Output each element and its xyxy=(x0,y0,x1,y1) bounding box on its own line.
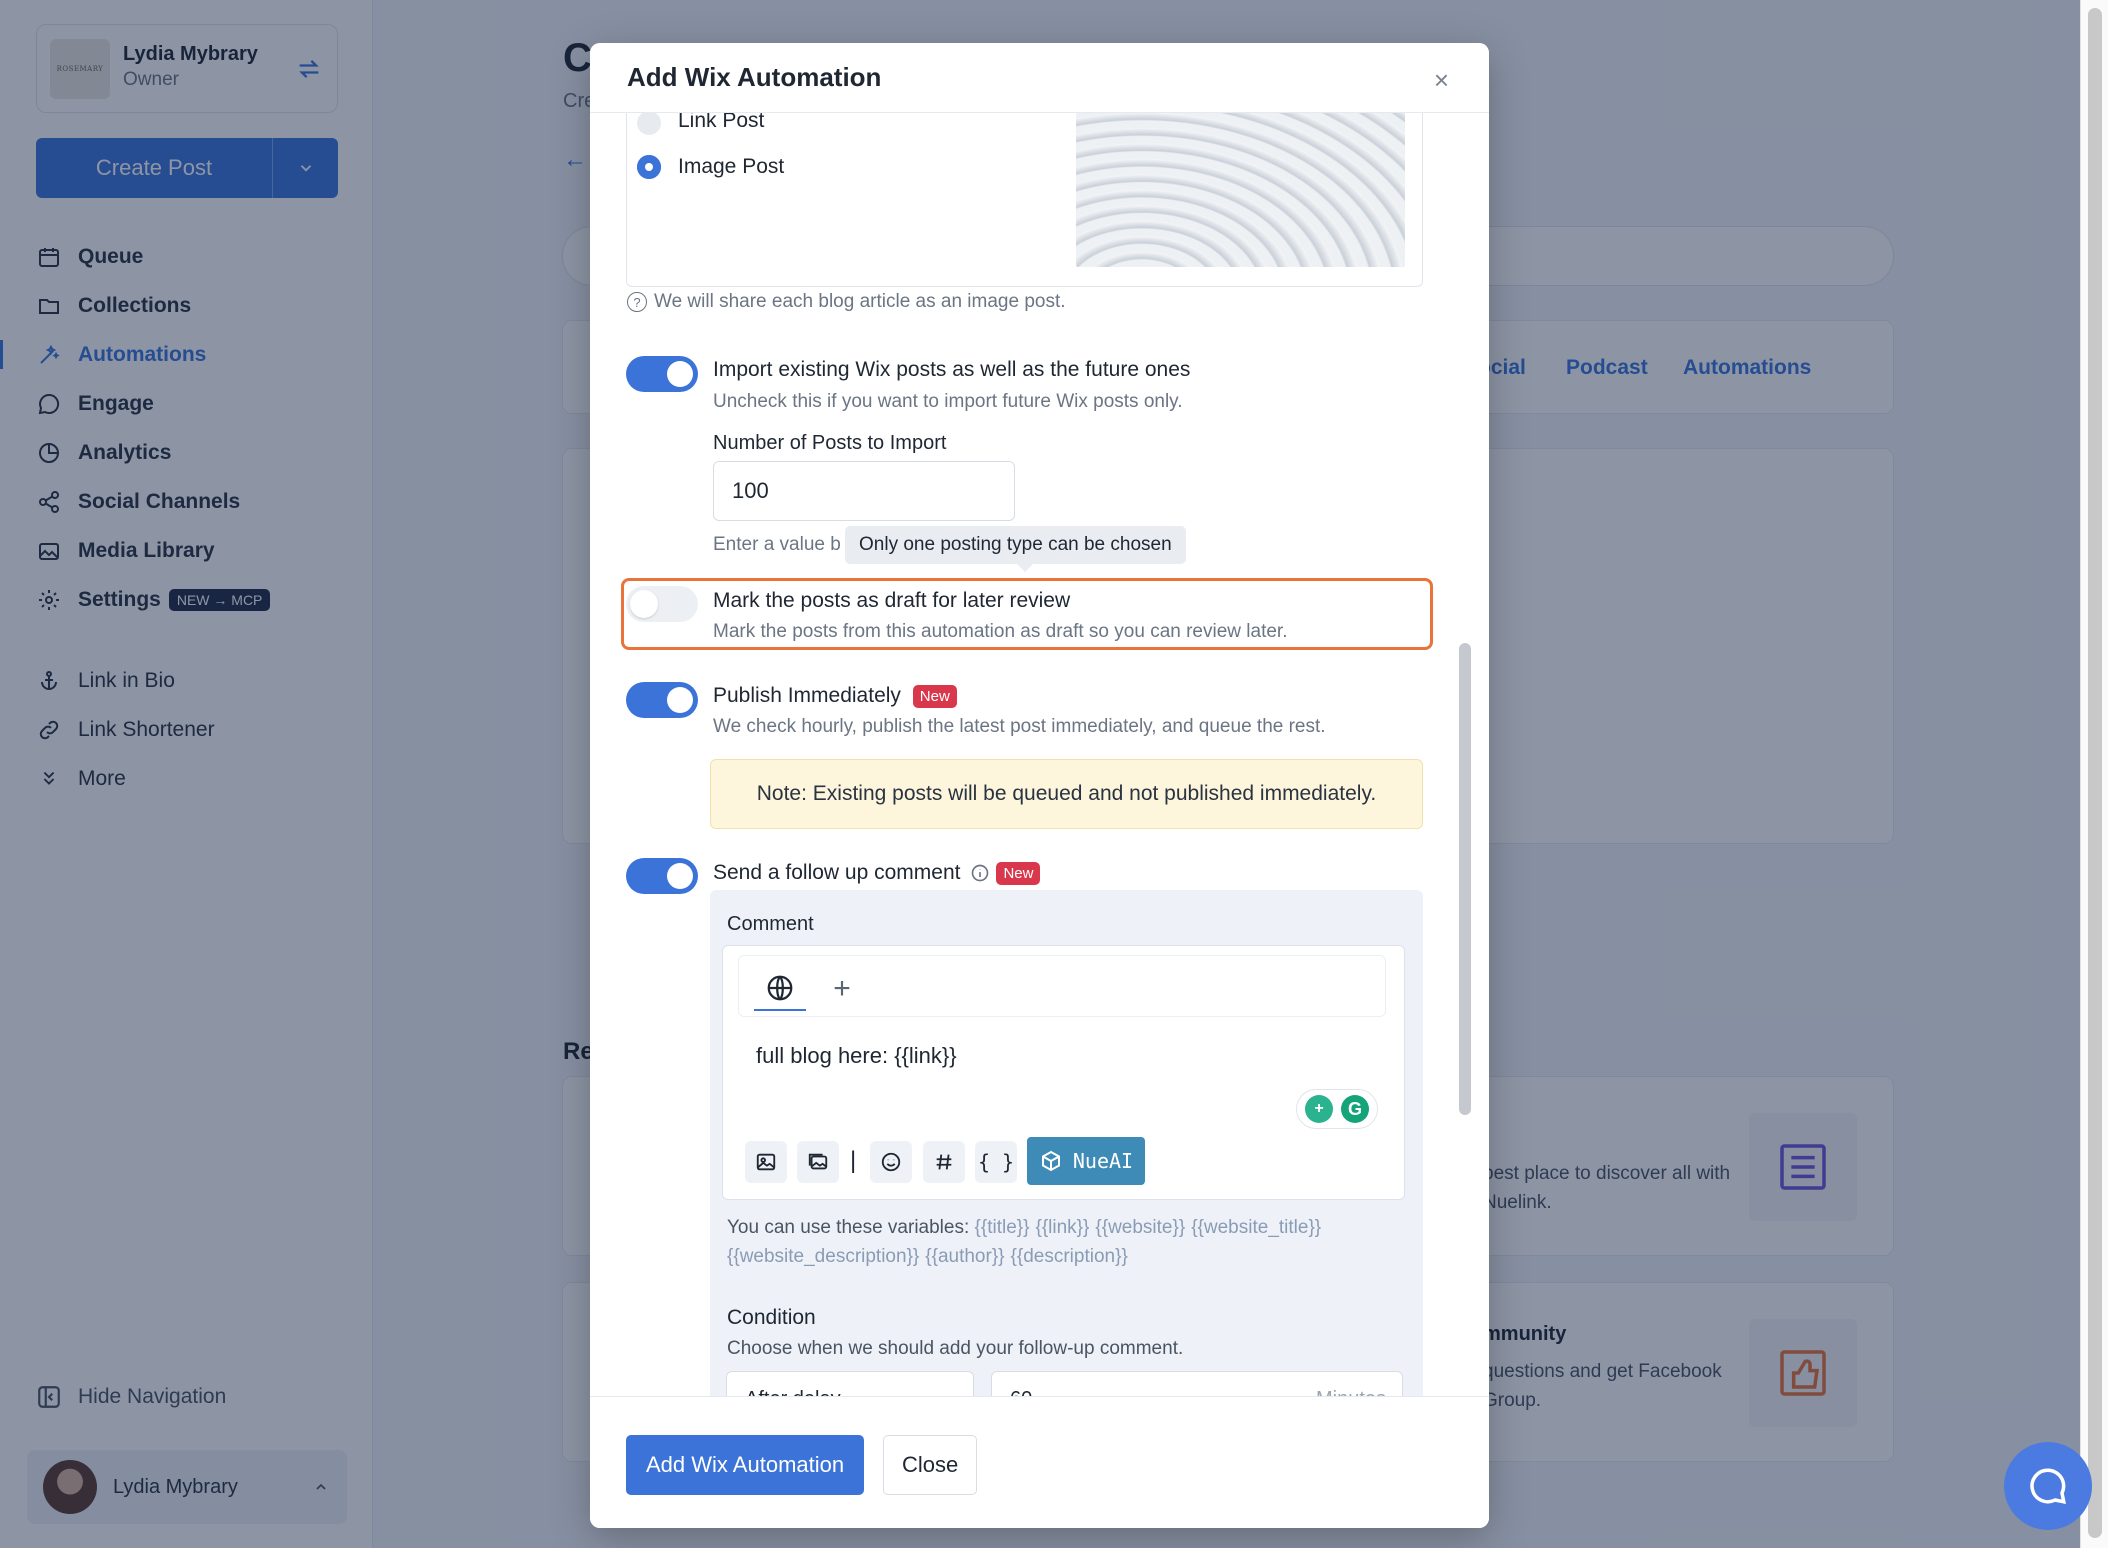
modal-title: Add Wix Automation xyxy=(627,62,882,92)
add-automation-modal: Add Wix Automation × Link Post Image Pos… xyxy=(590,43,1489,1528)
lightbulb-icon: + xyxy=(1305,1095,1333,1123)
publish-immediately-row: Publish Immediately New xyxy=(713,684,957,708)
help-chat-button[interactable] xyxy=(2004,1442,2092,1530)
add-automation-button[interactable]: Add Wix Automation xyxy=(626,1435,865,1495)
nueai-label: NueAI xyxy=(1072,1149,1134,1173)
new-badge: New xyxy=(996,861,1041,885)
condition-select[interactable]: After delay xyxy=(726,1371,974,1396)
modal-header: Add Wix Automation × xyxy=(590,43,1489,113)
variable-chip[interactable]: {{link}} xyxy=(1035,1217,1089,1238)
comment-text[interactable]: full blog here: {{link}} xyxy=(756,1043,957,1069)
page-scrollbar-thumb[interactable] xyxy=(2088,8,2102,1538)
publish-immediately-toggle[interactable] xyxy=(626,682,698,718)
variable-chip[interactable]: {{website}} xyxy=(1095,1217,1185,1238)
variable-chip[interactable]: {{description}} xyxy=(1011,1246,1128,1267)
globe-icon[interactable] xyxy=(754,967,806,1011)
image-post-help-text: We will share each blog article as an im… xyxy=(654,291,1066,312)
follow-up-label: Send a follow up comment xyxy=(713,861,961,884)
num-posts-hint: Enter a value b xyxy=(713,534,841,555)
variable-chip[interactable]: {{author}} xyxy=(925,1246,1004,1267)
nueai-button[interactable]: NueAI xyxy=(1027,1137,1145,1185)
close-button[interactable]: Close xyxy=(883,1435,978,1495)
link-post-radio[interactable] xyxy=(637,111,661,135)
question-icon: ? xyxy=(627,292,647,312)
variables-prefix: You can use these variables: xyxy=(727,1217,970,1238)
num-posts-input[interactable]: 100 xyxy=(713,461,1015,521)
modal-body: Link Post Image Post ? We will share eac… xyxy=(590,43,1489,1396)
toolbar-divider: | xyxy=(850,1147,857,1174)
publish-immediately-desc: We check hourly, publish the latest post… xyxy=(713,716,1326,737)
posting-type-tooltip: Only one posting type can be chosen xyxy=(845,526,1186,572)
num-posts-label: Number of Posts to Import xyxy=(713,432,947,454)
draft-label: Mark the posts as draft for later review xyxy=(713,589,1071,612)
image-post-help: ? We will share each blog article as an … xyxy=(627,291,1066,313)
image-upload-icon[interactable] xyxy=(745,1141,787,1183)
image-post-radio[interactable] xyxy=(637,155,661,179)
import-existing-toggle[interactable] xyxy=(626,356,698,392)
condition-label: Condition xyxy=(727,1306,816,1329)
variable-chip[interactable]: {{website_description}} xyxy=(727,1246,919,1267)
variable-chip[interactable]: {{title}} xyxy=(975,1217,1030,1238)
new-badge: New xyxy=(912,684,957,708)
modal-footer: Add Wix Automation Close xyxy=(590,1396,1489,1528)
publish-immediately-label: Publish Immediately xyxy=(713,684,901,707)
media-library-icon[interactable] xyxy=(797,1141,839,1183)
variables-help: You can use these variables: {{title}}{{… xyxy=(727,1213,1407,1271)
draft-toggle[interactable] xyxy=(626,586,698,622)
grammarly-icon: G xyxy=(1341,1095,1369,1123)
follow-up-toggle[interactable] xyxy=(626,858,698,894)
follow-up-row: Send a follow up comment New xyxy=(713,861,1041,885)
grammarly-widget[interactable]: + G xyxy=(1296,1089,1378,1129)
variables-icon[interactable]: { } xyxy=(975,1141,1017,1183)
delay-input[interactable]: 60 Minutes xyxy=(991,1371,1403,1396)
chat-icon xyxy=(2030,1468,2066,1504)
condition-desc: Choose when we should add your follow-up… xyxy=(727,1338,1184,1359)
close-icon[interactable]: × xyxy=(1434,65,1449,96)
delay-value: 60 xyxy=(1010,1388,1032,1396)
page-scrollbar[interactable] xyxy=(2080,0,2108,1548)
image-post-preview xyxy=(1076,113,1405,267)
variable-chip[interactable]: {{website_title}} xyxy=(1191,1217,1321,1238)
info-icon[interactable] xyxy=(970,863,990,883)
cube-icon xyxy=(1041,1150,1060,1172)
import-existing-desc: Uncheck this if you want to import futur… xyxy=(713,391,1183,412)
import-existing-label: Import existing Wix posts as well as the… xyxy=(713,358,1191,381)
draft-desc: Mark the posts from this automation as d… xyxy=(713,621,1288,642)
modal-scrollbar-thumb[interactable] xyxy=(1459,643,1471,1115)
publish-note: Note: Existing posts will be queued and … xyxy=(710,759,1423,829)
image-post-label: Image Post xyxy=(678,155,785,178)
hashtag-icon[interactable] xyxy=(923,1141,965,1183)
delay-unit: Minutes xyxy=(1316,1388,1386,1396)
emoji-icon[interactable] xyxy=(870,1141,912,1183)
comment-label: Comment xyxy=(727,913,814,935)
add-variant-icon[interactable]: + xyxy=(820,967,864,1011)
